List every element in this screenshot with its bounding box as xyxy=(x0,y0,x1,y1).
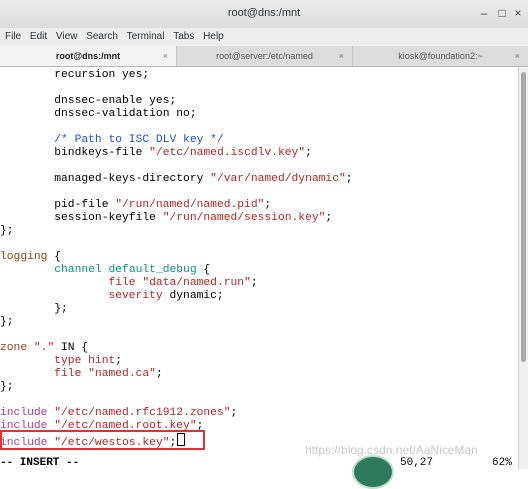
terminal-line: }; xyxy=(0,316,14,328)
tab-label: root@server:/etc/named xyxy=(216,51,313,61)
minimize-icon[interactable]: – xyxy=(478,7,490,19)
terminal-line: pid-file "/run/named/named.pid"; xyxy=(0,199,272,211)
terminal-line: dnssec-enable yes; xyxy=(0,95,177,107)
terminal-line: logging { xyxy=(0,251,62,263)
cursor-position: 50,27 xyxy=(400,457,434,469)
tab-kiosk-foundation[interactable]: kiosk@foundation2:~ × xyxy=(353,46,528,66)
terminal-line: severity dynamic; xyxy=(108,290,224,302)
tab-label: kiosk@foundation2:~ xyxy=(398,51,483,61)
tab-root-server[interactable]: root@server:/etc/named × xyxy=(177,46,353,66)
tab-label: root@dns:/mnt xyxy=(55,51,121,61)
scroll-percent: 62% xyxy=(492,457,512,469)
close-tab-icon[interactable]: × xyxy=(339,46,344,66)
terminal-line: type hint; xyxy=(54,355,123,367)
terminal-line: managed-keys-directory "/var/named/dynam… xyxy=(0,173,353,185)
terminal-line: channel default_debug { xyxy=(54,264,211,276)
menu-edit[interactable]: Edit xyxy=(30,28,47,46)
terminal-line: recursion yes; xyxy=(0,69,150,81)
terminal-line: }; xyxy=(0,225,14,237)
scrollbar[interactable] xyxy=(518,67,528,469)
terminal-line: session-keyfile "/run/named/session.key"… xyxy=(0,212,333,224)
close-tab-icon[interactable]: × xyxy=(163,46,168,66)
terminal-line: bindkeys-file "/etc/named.iscdlv.key"; xyxy=(0,147,312,159)
maximize-icon[interactable]: □ xyxy=(496,7,508,19)
menu-file[interactable]: File xyxy=(5,28,21,46)
terminal-line: }; xyxy=(0,381,14,393)
terminal-line: zone "." IN { xyxy=(0,342,89,354)
vim-mode: -- INSERT -- xyxy=(0,457,80,469)
menu-search[interactable]: Search xyxy=(86,28,118,46)
close-icon[interactable]: × xyxy=(512,7,524,19)
tab-root-dns[interactable]: root@dns:/mnt × xyxy=(0,46,177,66)
vim-status-line: -- INSERT -- 50,27 62% xyxy=(0,457,518,469)
window-title: root@dns:/mnt xyxy=(227,7,301,19)
terminal-line: include "/etc/named.rfc1912.zones"; xyxy=(0,407,238,419)
window-titlebar: root@dns:/mnt – □ × xyxy=(0,0,528,29)
terminal-line: file "named.ca"; xyxy=(54,368,163,380)
terminal-line: file "data/named.run"; xyxy=(108,277,258,289)
menu-tabs[interactable]: Tabs xyxy=(173,28,194,46)
terminal-line: /* Path to ISC DLV key */ xyxy=(0,134,224,146)
tab-bar: root@dns:/mnt × root@server:/etc/named ×… xyxy=(0,46,528,67)
terminal-area[interactable]: recursion yes; dnssec-enable yes; dnssec… xyxy=(0,67,518,469)
watermark: https://blog.csdn.net/AaNiceMan xyxy=(305,443,478,457)
annotation-highlight-box xyxy=(0,430,205,450)
menu-terminal[interactable]: Terminal xyxy=(127,28,165,46)
close-tab-icon[interactable]: × xyxy=(515,46,520,66)
terminal-line: dnssec-validation no; xyxy=(0,108,197,120)
menu-help[interactable]: Help xyxy=(203,28,224,46)
scrollbar-thumb[interactable] xyxy=(521,72,526,362)
menu-bar: File Edit View Search Terminal Tabs Help xyxy=(0,28,528,46)
terminal-line: }; xyxy=(0,303,68,315)
menu-view[interactable]: View xyxy=(56,28,78,46)
